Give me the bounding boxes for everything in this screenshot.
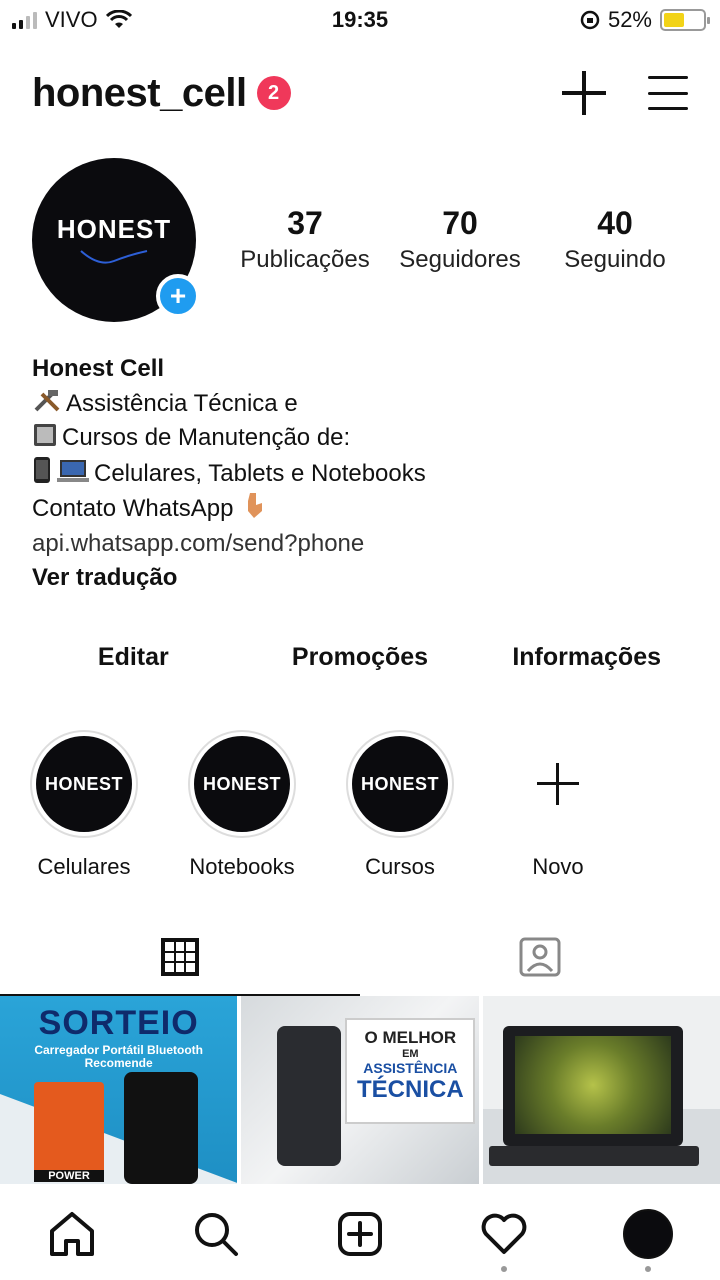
plus-icon[interactable] <box>562 71 606 115</box>
post-card-line-3: ASSISTÊNCIA <box>363 1060 458 1076</box>
stat-followers[interactable]: 70 Seguidores <box>385 205 535 274</box>
bio-line-3: Celulares, Tablets e Notebooks <box>32 456 700 492</box>
phone-image <box>124 1072 198 1184</box>
story-highlights: HONEST Celulares HONEST Notebooks HONEST… <box>30 730 612 880</box>
stat-posts-label: Publicações <box>240 246 370 273</box>
nav-profile[interactable] <box>618 1204 678 1272</box>
laptop-screen-image <box>514 1036 671 1134</box>
create-icon <box>338 1212 382 1256</box>
laptop-base-image <box>488 1146 699 1166</box>
post-card: O MELHOR EM ASSISTÊNCIA TÉCNICA <box>345 1018 476 1124</box>
stat-followers-value: 70 <box>442 205 478 241</box>
stat-following[interactable]: 40 Seguindo <box>540 205 690 274</box>
avatar-logo-wave <box>80 249 148 264</box>
stat-followers-label: Seguidores <box>399 246 521 273</box>
bio-line-1-text: Assistência Técnica e <box>66 389 298 417</box>
highlight-label: Novo <box>532 854 584 879</box>
product-box-image <box>34 1082 104 1182</box>
highlight-notebooks[interactable]: HONEST Notebooks <box>188 730 296 880</box>
heart-icon <box>481 1213 527 1254</box>
nav-home[interactable] <box>42 1204 102 1264</box>
tab-grid[interactable] <box>0 918 360 996</box>
highlight-cover: HONEST <box>30 730 138 838</box>
highlight-cover-text: HONEST <box>44 773 123 794</box>
nav-search[interactable] <box>186 1204 246 1264</box>
new-highlight-button[interactable] <box>504 730 612 838</box>
battery-fill <box>664 13 684 27</box>
profile-stats: 37 Publicações 70 Seguidores 40 Seguindo <box>230 205 690 274</box>
phone-icon <box>34 456 50 483</box>
post-badge: POWER <box>34 1170 104 1182</box>
post-card-line-1: O MELHOR <box>364 1028 457 1047</box>
highlight-celulares[interactable]: HONEST Celulares <box>30 730 138 880</box>
nav-create[interactable] <box>330 1204 390 1264</box>
status-right: 52% <box>580 7 710 33</box>
highlight-label: Cursos <box>365 854 435 879</box>
add-story-button[interactable]: + <box>156 274 200 318</box>
book-icon <box>34 424 56 446</box>
laptop-icon <box>57 459 89 482</box>
tagged-icon <box>519 937 561 977</box>
stat-following-value: 40 <box>597 205 633 241</box>
stat-posts[interactable]: 37 Publicações <box>230 205 380 274</box>
profile-avatar-small <box>623 1209 673 1259</box>
profile-dot <box>645 1266 651 1272</box>
edit-profile-button[interactable]: Editar <box>20 632 247 682</box>
highlight-label: Notebooks <box>189 854 295 879</box>
stat-posts-value: 37 <box>287 205 323 241</box>
plus-icon <box>537 763 579 805</box>
bio-line-4-text: Contato WhatsApp <box>32 495 234 522</box>
username[interactable]: honest_cell <box>32 71 247 116</box>
status-bar: VIVO 19:35 52% <box>0 0 720 40</box>
stat-following-label: Seguindo <box>564 246 666 273</box>
tools-icon <box>34 389 60 411</box>
grid-icon <box>161 938 199 976</box>
info-button[interactable]: Informações <box>473 632 700 682</box>
post-title: SORTEIO <box>38 1004 199 1042</box>
device-image <box>277 1026 342 1166</box>
bio-line-3-text: Celulares, Tablets e Notebooks <box>94 459 426 487</box>
notification-badge[interactable]: 2 <box>256 76 291 110</box>
profile-tabs <box>0 918 720 996</box>
post-thumbnail[interactable]: O MELHOR EM ASSISTÊNCIA TÉCNICA <box>241 996 479 1184</box>
bio-line-1: Assistência Técnica e <box>32 387 700 422</box>
avatar-logo-text: HONEST <box>56 213 172 244</box>
bottom-navigation <box>0 1188 720 1280</box>
bio-line-2: Cursos de Manutenção de: <box>32 421 700 456</box>
bio-link[interactable]: api.whatsapp.com/send?phone <box>32 527 700 562</box>
search-icon <box>195 1213 238 1256</box>
highlight-cover: HONEST <box>188 730 296 838</box>
highlight-label: Celulares <box>37 854 131 879</box>
highlight-new[interactable]: Novo <box>504 730 612 880</box>
highlight-cover: HONEST <box>346 730 454 838</box>
pointing-down-icon <box>248 493 263 518</box>
profile-actions: Editar Promoções Informações <box>20 632 700 682</box>
header-actions <box>562 71 688 115</box>
post-subtitle: Carregador Portátil Bluetooth Recomende <box>34 1043 203 1070</box>
highlight-cover-text: HONEST <box>202 773 281 794</box>
profile-bio: Honest Cell Assistência Técnica e Cursos… <box>32 352 700 596</box>
post-card-line-2: EM <box>402 1048 419 1060</box>
bio-line-2-text: Cursos de Manutenção de: <box>62 424 351 451</box>
tab-tagged[interactable] <box>360 918 720 996</box>
display-name: Honest Cell <box>32 355 165 382</box>
profile-header: honest_cell 2 <box>32 62 688 124</box>
nav-activity[interactable] <box>474 1204 534 1272</box>
orientation-lock-icon <box>580 10 600 30</box>
highlight-cover-text: HONEST <box>360 773 439 794</box>
see-translation-link[interactable]: Ver tradução <box>32 561 700 596</box>
highlight-cursos[interactable]: HONEST Cursos <box>346 730 454 880</box>
bio-line-4: Contato WhatsApp <box>32 491 700 527</box>
battery-percent: 52% <box>607 7 652 32</box>
menu-icon[interactable] <box>648 76 688 110</box>
post-card-line-4: TÉCNICA <box>356 1076 464 1103</box>
home-icon <box>50 1212 94 1256</box>
promotions-button[interactable]: Promoções <box>247 632 474 682</box>
posts-grid: SORTEIO Carregador Portátil Bluetooth Re… <box>0 996 720 1184</box>
post-thumbnail[interactable]: SORTEIO Carregador Portátil Bluetooth Re… <box>0 996 238 1184</box>
battery-icon <box>660 9 710 31</box>
post-thumbnail[interactable] <box>482 996 720 1184</box>
activity-dot <box>501 1266 507 1272</box>
